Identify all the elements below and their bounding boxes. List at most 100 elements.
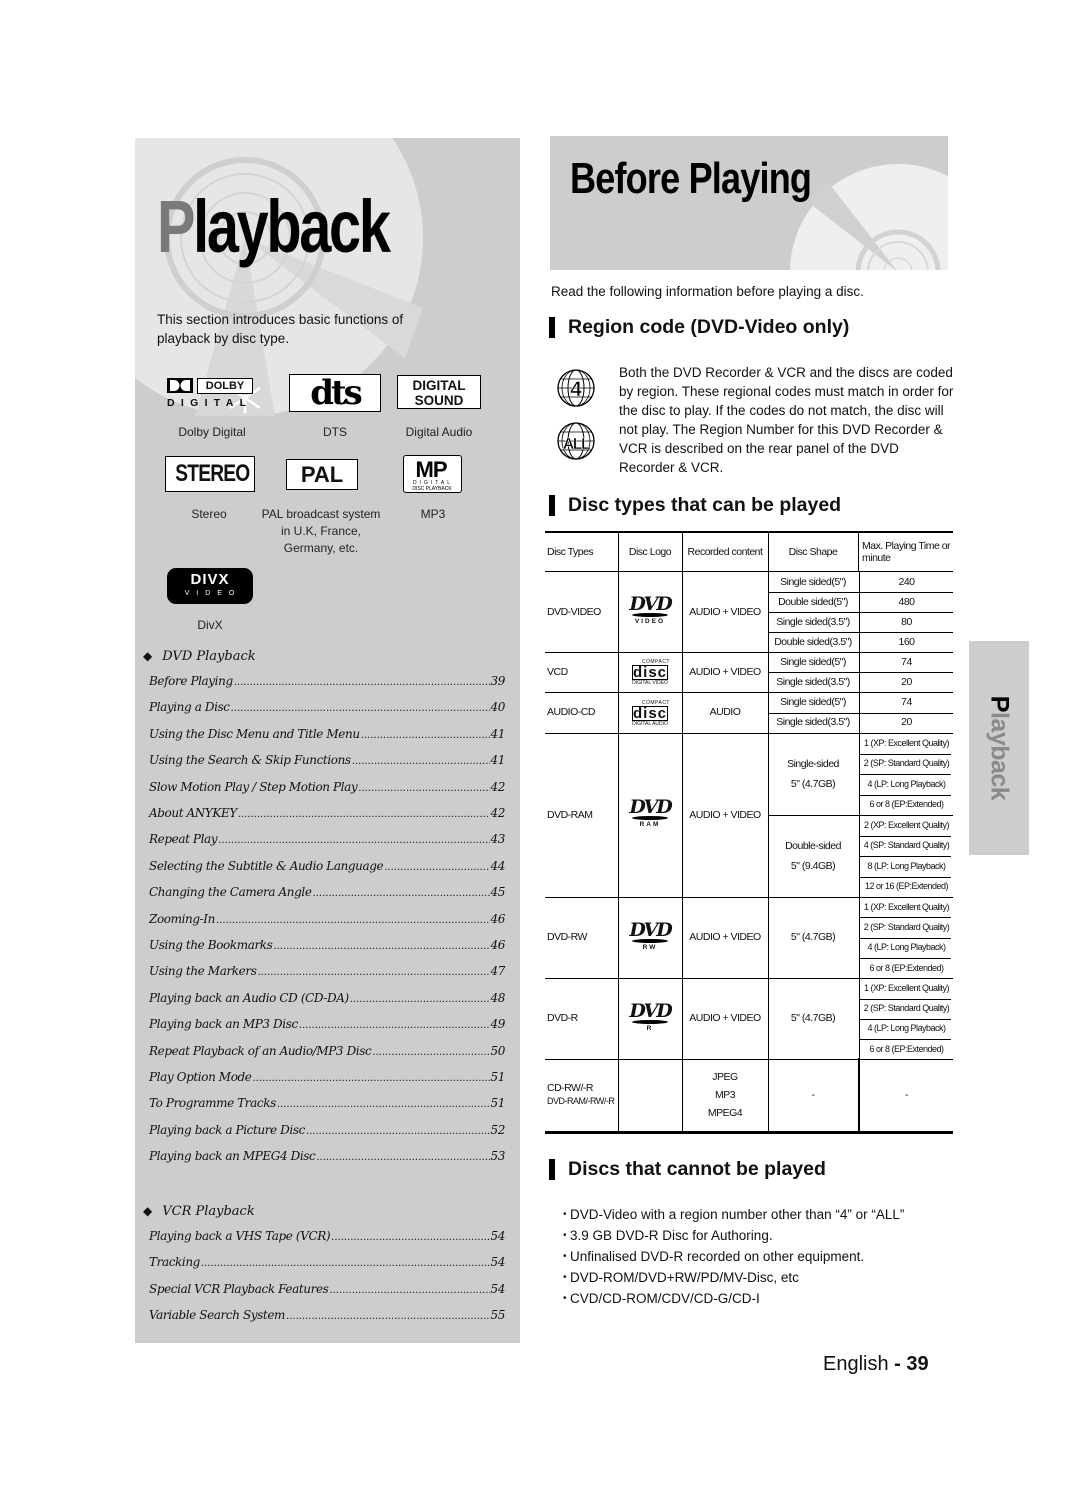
heading-text: Disc types that can be played — [568, 494, 842, 516]
toc-entry-page: 51 — [490, 1070, 506, 1084]
toc-entry[interactable]: Selecting the Subtitle & Audio Language 4… — [149, 859, 505, 879]
section-title-initial: P — [157, 185, 196, 268]
table-disc-shape: Double-sided 5" (9.4GB) — [768, 815, 858, 897]
table-rule — [859, 896, 860, 979]
toc-entry-page: 46 — [490, 938, 506, 952]
table-rule — [618, 571, 619, 652]
region-code-heading: Region code (DVD-Video only) — [549, 316, 849, 339]
side-tab-label-rest: layback — [985, 711, 1014, 801]
divx-logo-subtext: VIDEO — [184, 590, 242, 597]
toc-entry-page: 41 — [490, 753, 506, 768]
toc-entry[interactable]: Play Option Mode 51 — [149, 1070, 505, 1090]
chapter-side-tab[interactable]: Playback — [969, 641, 1029, 855]
table-max-time: 20 — [901, 716, 912, 729]
toc-entry[interactable]: Using the Markers 47 — [149, 964, 505, 984]
toc-heading-label: VCR Playback — [162, 1204, 255, 1219]
table-row-recorded-content: AUDIO + VIDEO — [689, 605, 761, 618]
table-disc-shape: 5" (4.7GB) — [790, 1012, 836, 1025]
toc-leader-dots — [253, 1070, 490, 1084]
logo-caption: DivX — [197, 618, 223, 632]
table-rule — [682, 533, 683, 571]
toc-entry-page: 41 — [490, 726, 506, 741]
toc-entry-page: 47 — [490, 964, 506, 979]
heading-text: Discs that cannot be played — [568, 1158, 826, 1180]
table-row-disc-type: DVD-RAM — [547, 808, 593, 821]
toc-entry[interactable]: Using the Search & Skip Functions 41 — [149, 753, 505, 773]
lead-text: Read the following information before pl… — [551, 284, 864, 299]
toc-entry[interactable]: Playing back an MP3 Disc 49 — [149, 1017, 505, 1037]
cannot-play-list: • DVD-Video with a region number other th… — [563, 1204, 943, 1309]
section-title-rest: layback — [193, 185, 391, 268]
table-disc-shape: Single sided(5") — [780, 575, 846, 588]
toc-leader-dots — [238, 806, 490, 820]
heading-bar-icon — [549, 495, 555, 516]
toc-entry[interactable]: Slow Motion Play / Step Motion Play 42 — [149, 780, 505, 800]
table-rule — [682, 977, 683, 1060]
toc-entry-title: Play Option Mode — [149, 1070, 252, 1084]
toc-entry-title: Playing a Disc — [149, 700, 230, 715]
table-max-time: 4 (LP: Long Playback) — [867, 778, 946, 789]
toc-entry[interactable]: Before Playing 39 — [149, 674, 505, 694]
logo-caption: MP3 — [420, 507, 446, 521]
stereo-logo-text: STEREO — [175, 460, 250, 487]
toc-entry[interactable]: Zooming-In 46 — [149, 912, 505, 932]
toc-entry[interactable]: Using the Bookmarks 46 — [149, 938, 505, 958]
toc-entry[interactable]: To Programme Tracks 51 — [149, 1096, 505, 1116]
toc-leader-dots — [201, 1255, 490, 1269]
mp3-logo-icon: MP DIGITAL DISC PLAYBACK — [412, 457, 452, 492]
toc-entry[interactable]: Special VCR Playback Features 54 — [149, 1282, 505, 1302]
toc-leader-dots — [306, 1123, 490, 1137]
table-rule — [768, 732, 769, 897]
caption-line: Germany, etc. — [283, 541, 359, 555]
toc-entry-title: Using the Bookmarks — [149, 938, 273, 952]
toc-entry[interactable]: Variable Search System 55 — [149, 1308, 505, 1328]
dolby-logo-subtext: DIGITAL — [167, 397, 253, 409]
table-header-cell: Disc Types — [547, 545, 594, 558]
dvd-video-logo: DVD VIDEO — [629, 593, 672, 626]
page-number: English - 39 — [823, 1353, 929, 1376]
table-rule — [859, 977, 860, 1060]
bullet-icon: • — [563, 1251, 567, 1262]
toc-entry[interactable]: Tracking 54 — [149, 1255, 505, 1275]
toc-entry[interactable]: Changing the Camera Angle 45 — [149, 885, 505, 905]
cannot-play-item: • DVD-Video with a region number other th… — [563, 1204, 943, 1225]
page-header-banner: Before Playing — [550, 136, 948, 270]
toc-entry[interactable]: Playing back an MPEG4 Disc 53 — [149, 1149, 505, 1169]
toc-entry-page: 42 — [490, 779, 506, 794]
table-rule — [682, 896, 683, 979]
toc-entry[interactable]: Playing back a Picture Disc 52 — [149, 1123, 505, 1143]
cannot-play-item-text: 3.9 GB DVD-R Disc for Authoring. — [570, 1228, 773, 1243]
svg-text:DISC PLAYBACK: DISC PLAYBACK — [412, 486, 452, 492]
table-rule — [682, 1058, 683, 1132]
table-rule — [859, 651, 860, 692]
toc-entry-page: 43 — [490, 832, 506, 847]
toc-leader-dots — [358, 780, 489, 794]
logo-caption: Digital Audio — [405, 425, 473, 439]
table-row-recorded-content: AUDIO + VIDEO — [689, 1012, 761, 1025]
toc-entry[interactable]: Playing a Disc 40 — [149, 700, 505, 720]
toc-entry[interactable]: Using the Disc Menu and Title Menu 41 — [149, 727, 505, 747]
cannot-play-item: • Unfinalised DVD-R recorded on other equ… — [563, 1246, 943, 1267]
toc-entry[interactable]: Playing back an Audio CD (CD-DA) 48 — [149, 991, 505, 1011]
table-row-disc-type: AUDIO-CD — [547, 706, 595, 718]
toc-entry-page: 46 — [490, 911, 506, 926]
table-max-time: 6 or 8 (EP:Extended) — [869, 1043, 944, 1054]
toc-leader-dots — [216, 912, 490, 926]
table-bottom-rule — [545, 1131, 953, 1135]
toc-entry-title: Repeat Play — [149, 832, 218, 847]
bullet-icon: • — [563, 1272, 567, 1283]
digital-sound-logo-top: DIGITAL — [412, 378, 466, 393]
bullet-icon: • — [563, 1230, 567, 1241]
content-line: MPEG4 — [707, 1107, 743, 1120]
page-sep: - — [888, 1353, 907, 1375]
disc-shape-line: Single-sided — [787, 758, 839, 770]
bullet-icon: • — [563, 1293, 567, 1304]
toc-entry[interactable]: Playing back a VHS Tape (VCR) 54 — [149, 1229, 505, 1249]
toc-entry[interactable]: Repeat Playback of an Audio/MP3 Disc 50 — [149, 1044, 505, 1064]
bullet-icon: • — [563, 1209, 567, 1220]
toc-entry[interactable]: About ANYKEY 42 — [149, 806, 505, 826]
toc-entry-title: Repeat Playback of an Audio/MP3 Disc — [149, 1043, 372, 1058]
table-row-disc-type: CD-RW/-R DVD-RAM/-RW/-R — [545, 1059, 618, 1131]
toc-leader-dots — [218, 832, 489, 846]
toc-entry[interactable]: Repeat Play 43 — [149, 832, 505, 852]
